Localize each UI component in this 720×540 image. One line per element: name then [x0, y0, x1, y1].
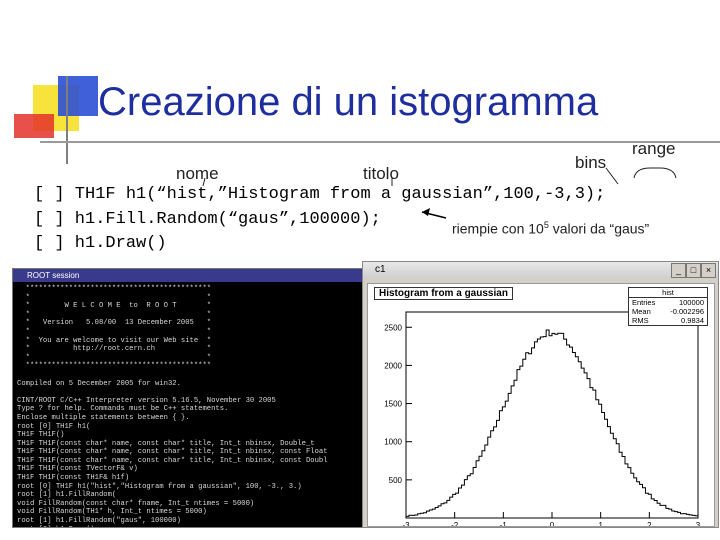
- console-line: CINT/ROOT C/C++ Interpreter version 5.16…: [17, 396, 276, 405]
- console-line: root [2] h1.Draw(): [17, 526, 364, 527]
- console-line: * Version 5.08/00 13 December 2005 *: [17, 319, 212, 328]
- x-tick-label: 2: [647, 521, 652, 526]
- console-line: ****************************************…: [17, 285, 212, 293]
- x-tick-label: 0: [550, 521, 555, 526]
- console-line: * *: [17, 327, 212, 336]
- stats-box: hist Entries 100000 Mean -0.002296 RMS 0.98…: [628, 287, 708, 326]
- console-line: root [1] h1.FillRandom(: [17, 491, 117, 500]
- code-line-1: [ ] TH1F h1(“hist,”Histogram from a gaus…: [34, 185, 606, 204]
- stats-row-mean: Mean -0.002296: [629, 307, 707, 316]
- stats-label: Entries: [632, 298, 656, 307]
- x-tick-label: -3: [402, 521, 410, 526]
- stats-value: -0.002296: [670, 307, 704, 316]
- y-tick-label: 500: [389, 476, 403, 485]
- console-line: Type ? for help. Commands must be C++ st…: [17, 405, 229, 414]
- console-line: root [1] h1.FillRandom("gaus", 100000): [17, 517, 181, 526]
- console-line: TH1F TH1F(const char* name, const char* …: [17, 448, 328, 457]
- console-line: Enclose multiple statements between { }.: [17, 413, 190, 422]
- console-line: * *: [17, 310, 212, 319]
- canvas-window[interactable]: c1 _ □ × -3 -2 -1 0 1 2 3 500 1000 1500 2000 2500 H…: [362, 261, 719, 528]
- stats-value: 0.9834: [681, 316, 704, 325]
- console-line: TH1F TH1F(const char* name, const char* …: [17, 456, 328, 465]
- annotation-riempie: riempie con 105 valori da “gaus”: [452, 220, 649, 237]
- y-tick-label: 1500: [384, 400, 402, 409]
- root-session-titlebar[interactable]: ROOT session: [13, 269, 368, 282]
- root-session-title: ROOT session: [27, 271, 80, 280]
- console-line: root [0] TH1F h1(: [17, 422, 91, 431]
- stats-label: Mean: [632, 307, 651, 316]
- console-line: Compiled on 5 December 2005 for win32.: [17, 379, 181, 388]
- maximize-button[interactable]: □: [686, 263, 701, 278]
- console-output: ****************************************…: [13, 282, 368, 527]
- stats-row-rms: RMS 0.9834: [629, 316, 707, 325]
- stats-row-entries: Entries 100000: [629, 298, 707, 307]
- arrow-riempie-head: [422, 208, 430, 216]
- close-button[interactable]: ×: [701, 263, 716, 278]
- histogram-title: Histogram from a gaussian: [374, 287, 513, 300]
- console-line: * *: [17, 293, 212, 302]
- console-line: void FillRandom(TH1* h, Int_t ntimes = 5…: [17, 508, 207, 517]
- console-line: * W E L C O M E to R O O T *: [17, 302, 212, 311]
- stats-label: RMS: [632, 316, 649, 325]
- brace-range: [633, 167, 677, 179]
- console-line: root [0] TH1F h1("hist","Histogram from …: [17, 482, 302, 491]
- x-tick-label: -2: [451, 521, 459, 526]
- stats-name: hist: [629, 288, 707, 298]
- console-line: * http://root.cern.ch *: [17, 345, 212, 354]
- minimize-button[interactable]: _: [671, 263, 686, 278]
- y-tick-label: 2000: [384, 361, 402, 370]
- y-tick-label: 2500: [384, 323, 402, 332]
- root-session-window[interactable]: ROOT session ***************************…: [12, 268, 369, 528]
- riempie-prefix: riempie con 10: [452, 220, 544, 237]
- arrow-bins: [605, 167, 619, 185]
- console-line: TH1F TH1F(): [17, 431, 65, 440]
- console-line: void FillRandom(const char* fname, Int_t…: [17, 499, 255, 508]
- riempie-suffix: valori da “gaus”: [548, 220, 650, 237]
- console-line: TH1F TH1F(const TH1F& h1f): [17, 474, 130, 483]
- code-line-2: [ ] h1.Fill.Random(“gaus”,100000);: [34, 210, 381, 229]
- code-line-3: [ ] h1.Draw(): [34, 234, 167, 253]
- console-line: * *: [17, 353, 212, 362]
- histogram-canvas[interactable]: -3 -2 -1 0 1 2 3 500 1000 1500 2000 2500 Histogram …: [367, 283, 715, 527]
- canvas-window-title: c1: [375, 264, 386, 275]
- console-line: ****************************************…: [17, 362, 212, 371]
- x-tick-label: 1: [598, 521, 603, 526]
- stats-value: 100000: [678, 298, 704, 307]
- plot-frame: [405, 311, 699, 519]
- x-tick-label: -1: [500, 521, 508, 526]
- y-tick-label: 1000: [384, 438, 402, 447]
- canvas-titlebar[interactable]: c1 _ □ ×: [363, 262, 718, 278]
- console-line: * You are welcome to visit our Web site …: [17, 336, 212, 345]
- x-tick-label: 3: [696, 521, 701, 526]
- console-line: TH1F TH1F(const TVectorF& v): [17, 465, 138, 474]
- console-line: TH1F TH1F(const char* name, const char* …: [17, 439, 315, 448]
